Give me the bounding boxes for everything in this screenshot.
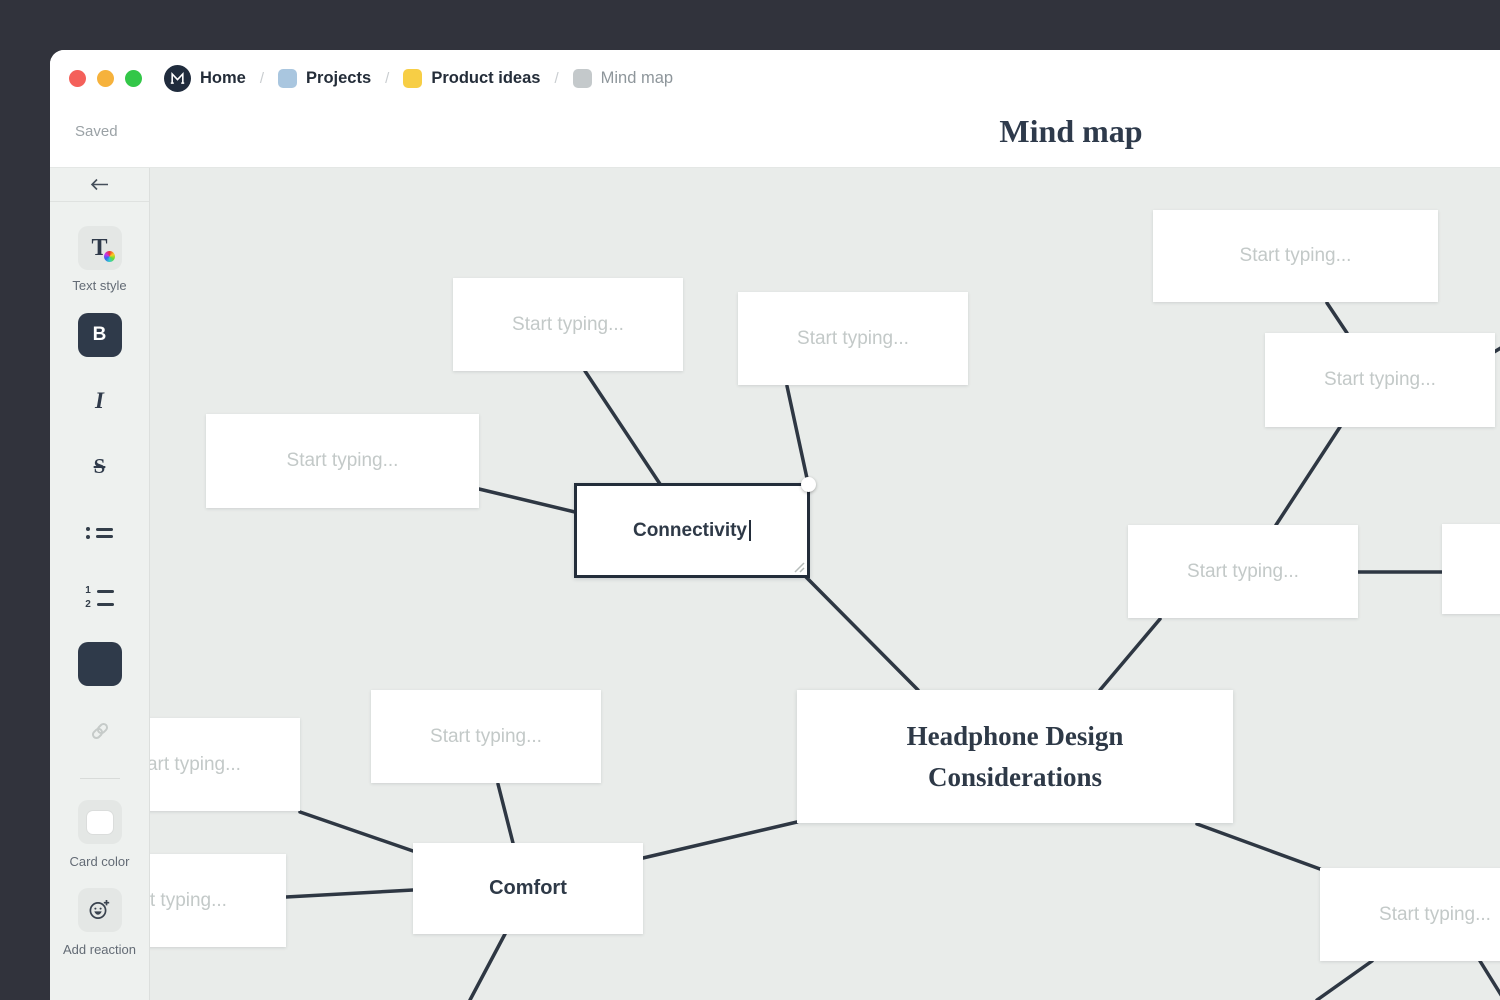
node-start-typing-right-upper[interactable]: Start typing...: [1265, 333, 1495, 427]
node-text: Start typing...: [1240, 245, 1352, 267]
connector-line[interactable]: [1317, 961, 1372, 1000]
header: Home / Projects / Product ideas / Mind m…: [50, 50, 1500, 168]
strikethrough-button[interactable]: S: [78, 444, 122, 488]
bullet-list-button[interactable]: [78, 511, 122, 555]
card-color-icon: [87, 811, 113, 834]
connector-line[interactable]: [1197, 824, 1320, 869]
connector-line[interactable]: [1480, 961, 1500, 998]
breadcrumb-mind-map-label: Mind map: [601, 69, 673, 88]
node-text: Start typing...: [512, 314, 624, 336]
breadcrumb-projects-label: Projects: [306, 69, 371, 88]
link-icon: [89, 720, 111, 742]
board-icon: [573, 69, 592, 88]
breadcrumb-separator: /: [260, 70, 264, 87]
node-start-typing-left[interactable]: Start typing...: [206, 414, 479, 508]
connector-line[interactable]: [643, 822, 797, 858]
window-controls: [69, 70, 142, 87]
node-text: Start typing...: [1324, 369, 1436, 391]
color-wheel-icon: [104, 251, 115, 262]
text-align-button[interactable]: [78, 642, 122, 686]
breadcrumb-home-label: Home: [200, 69, 246, 88]
italic-button[interactable]: I: [78, 379, 122, 423]
close-button[interactable]: [69, 70, 86, 87]
breadcrumb-home[interactable]: Home: [200, 69, 246, 88]
node-start-typing-edge-left-upper[interactable]: Start typing...: [150, 718, 300, 811]
node-text: Start typing...: [430, 726, 542, 748]
node-text: Comfort: [489, 877, 567, 900]
node-connectivity[interactable]: Connectivity: [574, 483, 810, 578]
numbered-list-icon: 1 2: [85, 583, 114, 614]
node-text: Start typing...: [1187, 561, 1299, 583]
breadcrumb-separator: /: [554, 70, 558, 87]
board-icon: [403, 69, 422, 88]
board-icon: [278, 69, 297, 88]
arrow-left-icon: [90, 178, 110, 191]
text-style-icon: T: [91, 236, 107, 260]
bold-icon: B: [93, 324, 107, 346]
node-start-typing-mid-left[interactable]: Start typing...: [371, 690, 601, 783]
node-text: Connectivity: [633, 520, 747, 542]
breadcrumb-product-ideas-label: Product ideas: [431, 69, 540, 88]
add-reaction-label: Add reaction: [50, 942, 149, 957]
connection-handle[interactable]: [801, 477, 816, 492]
node-comfort[interactable]: Comfort: [413, 843, 643, 934]
strikethrough-icon: S: [94, 454, 106, 479]
node-central-headphone-design[interactable]: Headphone Design Considerations: [797, 690, 1233, 823]
connector-line[interactable]: [470, 934, 505, 1000]
milanote-logo-icon[interactable]: [164, 65, 191, 92]
title-row: Saved Mind map: [50, 106, 1500, 167]
resize-handle[interactable]: [792, 560, 805, 573]
node-text: Start typing...: [1379, 904, 1491, 926]
add-reaction-icon: [87, 898, 112, 922]
breadcrumb-mind-map[interactable]: Mind map: [573, 69, 673, 88]
italic-icon: I: [95, 388, 104, 414]
app-window: Home / Projects / Product ideas / Mind m…: [50, 50, 1500, 1000]
connector-line[interactable]: [1327, 303, 1347, 333]
numbered-list-button[interactable]: 1 2: [78, 576, 122, 620]
connector-line[interactable]: [300, 812, 413, 851]
card-color-button[interactable]: [78, 800, 122, 844]
text-style-button[interactable]: T: [78, 226, 122, 270]
connector-line[interactable]: [1100, 619, 1160, 690]
card-color-label: Card color: [50, 854, 149, 869]
node-text: Headphone Design Considerations: [845, 716, 1185, 798]
minimize-button[interactable]: [97, 70, 114, 87]
add-reaction-button[interactable]: [78, 888, 122, 932]
node-text: Start typing...: [150, 754, 241, 776]
connector-line[interactable]: [806, 577, 918, 690]
node-start-typing-top-left[interactable]: Start typing...: [453, 278, 683, 371]
node-start-typing-top-right[interactable]: Start typing...: [1153, 210, 1438, 302]
node-start-typing-right-edge[interactable]: Start typing...: [1442, 524, 1500, 614]
page-title[interactable]: Mind map: [999, 113, 1142, 150]
mind-map-canvas[interactable]: Start typing... Start typing... Start typi…: [150, 168, 1500, 1000]
node-text: Start typing...: [287, 450, 399, 472]
connector-line[interactable]: [585, 371, 660, 484]
zoom-button[interactable]: [125, 70, 142, 87]
node-text: Start typing...: [797, 328, 909, 350]
link-button[interactable]: [78, 709, 122, 753]
bold-button[interactable]: B: [78, 313, 122, 357]
node-start-typing-right-mid[interactable]: Start typing...: [1128, 525, 1358, 618]
connector-line[interactable]: [787, 386, 808, 483]
connector-line[interactable]: [479, 489, 575, 512]
node-start-typing-top-mid[interactable]: Start typing...: [738, 292, 968, 385]
saved-status: Saved: [75, 123, 118, 140]
node-text: Start typing...: [150, 890, 227, 912]
breadcrumb-projects[interactable]: Projects: [278, 69, 371, 88]
breadcrumb-separator: /: [385, 70, 389, 87]
text-cursor: [749, 520, 751, 541]
text-style-label: Text style: [50, 278, 149, 293]
collapse-toolbar-button[interactable]: [90, 178, 110, 191]
connector-line[interactable]: [286, 890, 413, 897]
toolbar-divider: [80, 778, 120, 779]
breadcrumb-product-ideas[interactable]: Product ideas: [403, 69, 540, 88]
breadcrumb: Home / Projects / Product ideas / Mind m…: [50, 50, 1500, 106]
node-start-typing-edge-left-lower[interactable]: Start typing...: [150, 854, 286, 947]
connector-line[interactable]: [1276, 427, 1340, 525]
bullet-list-icon: [86, 524, 113, 543]
node-start-typing-bottom-right[interactable]: Start typing...: [1320, 868, 1500, 961]
connector-line[interactable]: [498, 784, 513, 843]
format-toolbar: T Text style B I S: [50, 168, 150, 1000]
